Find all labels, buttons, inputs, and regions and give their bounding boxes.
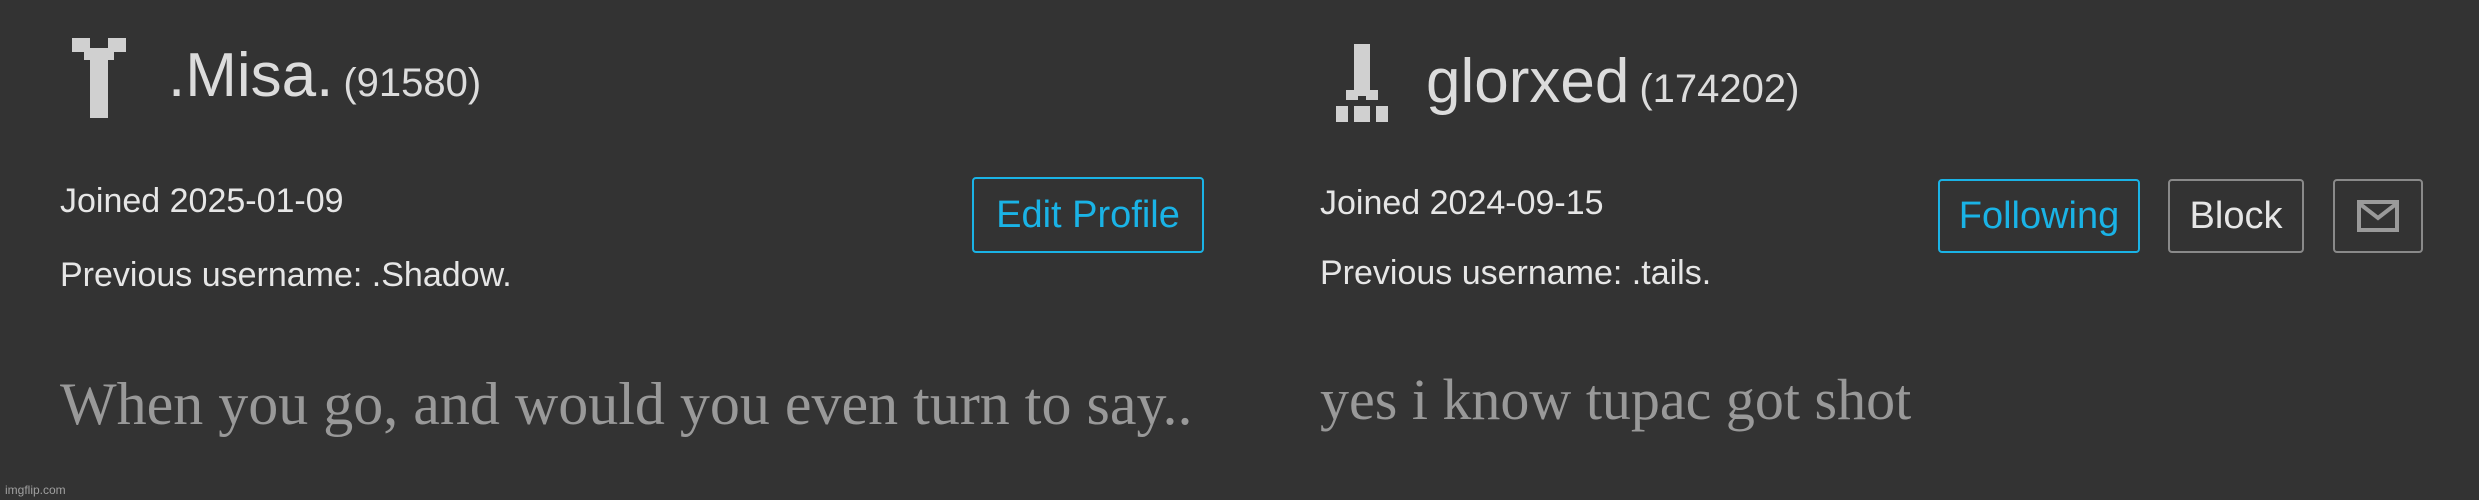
- joined-date: Joined 2024-09-15: [1320, 184, 1604, 222]
- profile-panel-glorxed: glorxed (174202) Joined 2024-09-15 Previo…: [1240, 0, 2479, 500]
- previous-username: Previous username: .Shadow.: [60, 256, 512, 294]
- profile-bio: When you go, and would you even turn to …: [60, 371, 1193, 437]
- pixel-avatar-icon[interactable]: [72, 38, 126, 118]
- block-button[interactable]: Block: [2168, 179, 2304, 253]
- username: .Misa.: [168, 41, 334, 110]
- watermark: imgflip.com: [5, 483, 66, 497]
- profile-panel-misa: .Misa. (91580) Joined 2025-01-09 Previous…: [0, 0, 1240, 500]
- user-id: (174202): [1639, 67, 1800, 111]
- joined-date: Joined 2025-01-09: [60, 182, 344, 220]
- profile-bio: yes i know tupac got shot: [1320, 367, 1912, 432]
- pixel-avatar-icon[interactable]: [1336, 44, 1388, 122]
- edit-profile-button[interactable]: Edit Profile: [972, 177, 1204, 253]
- mail-icon: [2357, 200, 2399, 232]
- username-heading: glorxed (174202): [1426, 46, 1799, 117]
- following-button[interactable]: Following: [1938, 179, 2140, 253]
- message-button[interactable]: [2333, 179, 2423, 253]
- user-id: (91580): [343, 61, 482, 105]
- previous-username: Previous username: .tails.: [1320, 254, 1712, 292]
- username-heading: .Misa. (91580): [168, 40, 481, 111]
- username: glorxed: [1426, 47, 1630, 116]
